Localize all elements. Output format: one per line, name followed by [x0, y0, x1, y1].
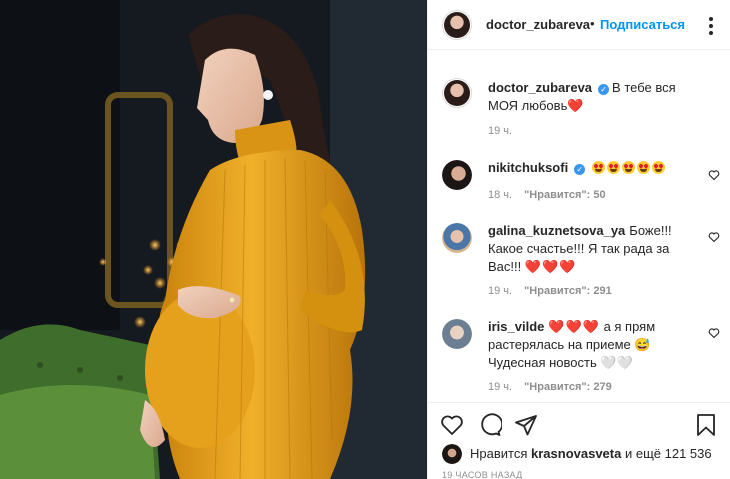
- caption-body: doctor_zubareva ✓ В тебе вся МОЯ любовь❤️: [488, 79, 698, 115]
- comment-body: nikitchuksofi ✓: [488, 159, 698, 177]
- comment-text: Чудесная новость: [488, 355, 597, 370]
- caption-meta: 19 ч.: [488, 125, 512, 137]
- post-sidebar: doctor_zubareva • Подписаться doctor_zub…: [427, 0, 730, 479]
- comment-time[interactable]: 18 ч.: [488, 189, 512, 201]
- liked-by-text: Нравится krasnovasveta и ещё 121 536: [470, 446, 712, 461]
- comment-icon[interactable]: [478, 413, 502, 437]
- share-icon[interactable]: [514, 413, 538, 437]
- post-action-bar: [428, 402, 730, 442]
- header-separator: •: [590, 16, 595, 31]
- more-options-icon[interactable]: [702, 14, 720, 35]
- post-photo[interactable]: [0, 0, 427, 479]
- liker-avatar[interactable]: [442, 444, 462, 464]
- comment-meta: 18 ч. "Нравится": 50: [488, 189, 606, 201]
- verified-badge-icon: ✓: [574, 164, 586, 175]
- comment-meta: 19 ч. "Нравится": 279: [488, 381, 612, 393]
- follow-button[interactable]: Подписаться: [600, 17, 685, 32]
- comment-username[interactable]: galina_kuznetsova_ya: [488, 223, 625, 238]
- heart-eyes-emoji-icon: [591, 160, 667, 175]
- comment-time[interactable]: 19 ч.: [488, 285, 512, 297]
- author-avatar[interactable]: [442, 10, 472, 40]
- white-heart-emoji-icon: 🤍🤍: [600, 355, 633, 370]
- red-heart-emoji-icon: ❤️❤️❤️: [524, 259, 577, 274]
- author-avatar[interactable]: [442, 78, 472, 108]
- sweat-smile-emoji-icon: 😅: [634, 337, 651, 352]
- post-header: doctor_zubareva • Подписаться: [428, 0, 730, 50]
- comment-username[interactable]: iris_vilde: [488, 319, 544, 334]
- comment-meta: 19 ч. "Нравится": 291: [488, 285, 612, 297]
- heart-icon[interactable]: [440, 413, 464, 437]
- caption-username[interactable]: doctor_zubareva: [488, 80, 592, 95]
- comment-like-heart-icon[interactable]: [708, 169, 720, 181]
- post-timestamp[interactable]: 19 ЧАСОВ НАЗАД: [442, 470, 523, 479]
- caption-time[interactable]: 19 ч.: [488, 125, 512, 137]
- red-heart-emoji-icon: ❤️❤️❤️: [548, 319, 600, 334]
- commenter-avatar[interactable]: [442, 319, 472, 349]
- liked-prefix: Нравится: [470, 446, 528, 461]
- bookmark-icon[interactable]: [694, 413, 718, 437]
- comment-like-heart-icon[interactable]: [708, 231, 720, 243]
- liker-username[interactable]: krasnovasveta: [531, 446, 621, 461]
- red-heart-emoji-icon: ❤️: [567, 98, 585, 113]
- author-username[interactable]: doctor_zubareva: [486, 17, 590, 32]
- commenter-avatar[interactable]: [442, 223, 472, 253]
- photo-illustration: [0, 0, 427, 479]
- comment-body: iris_vilde ❤️❤️❤️ а я прям растерялась на…: [488, 318, 698, 372]
- comment-likes[interactable]: "Нравится": 279: [524, 381, 612, 393]
- comment-likes[interactable]: "Нравится": 50: [524, 189, 605, 201]
- liked-count[interactable]: и ещё 121 536: [625, 446, 712, 461]
- comment-body: galina_kuznetsova_ya Боже!!! Какое счасть…: [488, 222, 698, 276]
- comment-username[interactable]: nikitchuksofi: [488, 160, 568, 175]
- comment-time[interactable]: 19 ч.: [488, 381, 512, 393]
- liked-by: Нравится krasnovasveta и ещё 121 536: [442, 444, 722, 464]
- comment-like-heart-icon[interactable]: [708, 327, 720, 339]
- verified-badge-icon: ✓: [598, 84, 610, 95]
- commenter-avatar[interactable]: [442, 160, 472, 190]
- comment-likes[interactable]: "Нравится": 291: [524, 285, 612, 297]
